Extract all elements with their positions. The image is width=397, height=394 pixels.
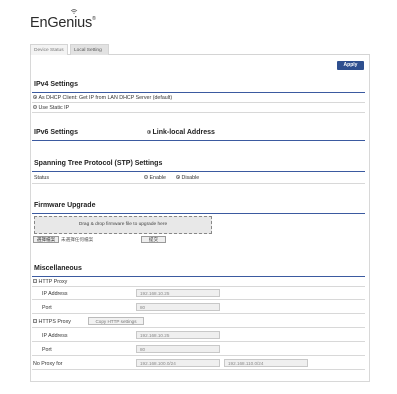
static-ip-label: Use Static IP [38,105,70,111]
firmware-section-title: Firmware Upgrade [34,202,96,209]
no-proxy-input-2[interactable]: 192.168.110.0/24 [224,359,308,367]
divider [32,112,365,113]
static-ip-radio[interactable] [33,105,37,110]
divider [32,341,365,342]
tab-local-setting[interactable]: Local Setting [70,44,109,55]
http-proxy-checkbox[interactable] [33,279,37,284]
no-proxy-label: No Proxy for [33,361,63,367]
logo-text: EnGenius [30,15,93,31]
https-ip-input[interactable]: 192.168.10.25 [136,331,220,339]
http-proxy-toggle[interactable]: HTTP Proxy [33,279,67,285]
firmware-drop-zone[interactable]: Drag & drop firmware file to upgrade her… [34,216,212,234]
http-port-input[interactable]: 80 [136,303,220,311]
divider [32,183,365,184]
misc-section-title: Miscellaneous [34,265,82,272]
stp-section-rule [32,171,365,172]
https-port-label: Port [42,347,52,353]
http-ip-label: IP Address [42,291,68,297]
https-port-input[interactable]: 80 [136,345,220,353]
divider [32,299,365,300]
https-ip-label: IP Address [42,333,68,339]
ipv4-section-rule [32,92,365,93]
http-port-label: Port [42,305,52,311]
ipv6-section-rule [32,140,365,141]
stp-status-label: Status [34,175,50,181]
https-proxy-label: HTTPS Proxy [38,319,71,325]
stp-disable-option[interactable]: Disable [176,175,199,181]
https-proxy-toggle[interactable]: HTTPS Proxy [33,319,71,325]
dhcp-radio[interactable] [33,95,37,100]
registered-mark: ® [92,16,96,22]
ipv4-option-static[interactable]: Use Static IP [33,105,69,111]
ipv4-section-title: IPv4 Settings [34,81,78,88]
tab-bar: Device Status Local Setting [30,44,370,55]
link-local-radio[interactable] [147,129,151,134]
http-ip-input[interactable]: 192.168.10.25 [136,289,220,297]
choose-file-button[interactable]: 選擇檔案 [33,236,59,243]
divider [32,327,365,328]
firmware-section-rule [32,213,365,214]
divider [32,102,365,103]
misc-section-rule [32,276,365,277]
copy-http-settings-button[interactable]: Copy HTTP settings [88,317,144,325]
stp-enable-option[interactable]: Enable [144,175,166,181]
stp-enable-label: Enable [149,175,167,181]
https-proxy-checkbox[interactable] [33,319,37,324]
stp-enable-radio[interactable] [144,175,148,180]
stp-disable-label: Disable [181,175,200,181]
http-proxy-label: HTTP Proxy [38,279,68,285]
stp-disable-radio[interactable] [176,175,180,180]
divider [32,369,365,370]
dhcp-label: As DHCP Client: Get IP from LAN DHCP Ser… [38,95,173,101]
no-proxy-input-1[interactable]: 192.168.100.0/24 [136,359,220,367]
engenius-logo: EnGenius® [30,9,96,31]
no-file-chosen-text: 未選擇任何檔案 [61,237,94,242]
wifi-icon [70,9,78,14]
divider [32,355,365,356]
tab-device-status[interactable]: Device Status [30,44,68,55]
ipv6-section-title: IPv6 Settings [34,129,78,136]
ipv4-option-dhcp[interactable]: As DHCP Client: Get IP from LAN DHCP Ser… [33,95,172,101]
stp-section-title: Spanning Tree Protocol (STP) Settings [34,160,163,167]
divider [32,286,365,287]
apply-button[interactable]: Apply [337,61,364,70]
divider [32,313,365,314]
ipv6-link-local[interactable]: Link-local Address [147,129,215,136]
firmware-submit-button[interactable]: 提交 [141,236,166,243]
link-local-label: Link-local Address [152,129,215,136]
